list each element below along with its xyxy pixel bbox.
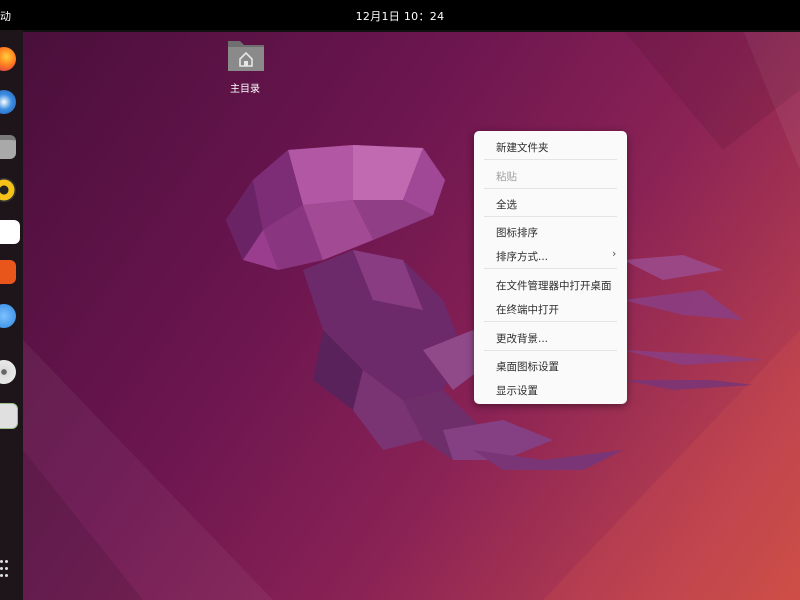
help-icon[interactable] bbox=[0, 304, 16, 328]
dock bbox=[0, 30, 23, 600]
home-folder-label[interactable]: 主目录 bbox=[206, 80, 284, 95]
menu-item-open-in-terminal[interactable]: 在终端中打开 bbox=[496, 302, 559, 317]
menu-separator bbox=[484, 350, 617, 351]
rhythmbox-icon[interactable] bbox=[0, 178, 16, 202]
menu-item-display-settings[interactable]: 显示设置 bbox=[496, 383, 538, 398]
trash-icon[interactable] bbox=[0, 403, 18, 429]
libreoffice-writer-icon[interactable] bbox=[0, 220, 20, 244]
disc-icon[interactable] bbox=[0, 360, 16, 384]
app-grid-icon[interactable] bbox=[0, 560, 14, 582]
menu-item-paste[interactable]: 粘贴 bbox=[496, 169, 517, 184]
clock[interactable]: 12月1日 10：24 bbox=[0, 8, 800, 24]
menu-separator bbox=[484, 321, 617, 322]
files-icon[interactable] bbox=[0, 135, 16, 159]
home-folder-icon[interactable] bbox=[226, 37, 266, 73]
menu-separator bbox=[484, 268, 617, 269]
menu-item-new-folder[interactable]: 新建文件夹 bbox=[496, 140, 549, 155]
menu-separator bbox=[484, 159, 617, 160]
desktop-context-menu: 新建文件夹 粘贴 全选 图标排序 排序方式... › 在文件管理器中打开桌面 在… bbox=[474, 131, 627, 404]
chevron-right-icon: › bbox=[612, 247, 617, 260]
thunderbird-icon[interactable] bbox=[0, 90, 16, 114]
menu-item-open-in-files[interactable]: 在文件管理器中打开桌面 bbox=[496, 278, 612, 293]
menu-item-desktop-icon-settings[interactable]: 桌面图标设置 bbox=[496, 359, 559, 374]
menu-item-change-background[interactable]: 更改背景... bbox=[496, 331, 548, 346]
desktop-background[interactable]: 主目录 bbox=[23, 30, 800, 600]
menu-separator bbox=[484, 216, 617, 217]
top-bar: 动 12月1日 10：24 bbox=[0, 0, 800, 32]
wallpaper-art bbox=[23, 30, 800, 600]
menu-separator bbox=[484, 188, 617, 189]
menu-item-arrange-icons[interactable]: 图标排序 bbox=[496, 225, 538, 240]
firefox-icon[interactable] bbox=[0, 47, 16, 71]
app-center-icon[interactable] bbox=[0, 260, 16, 284]
menu-item-select-all[interactable]: 全选 bbox=[496, 197, 517, 212]
menu-item-sort-by[interactable]: 排序方式... bbox=[496, 249, 548, 264]
